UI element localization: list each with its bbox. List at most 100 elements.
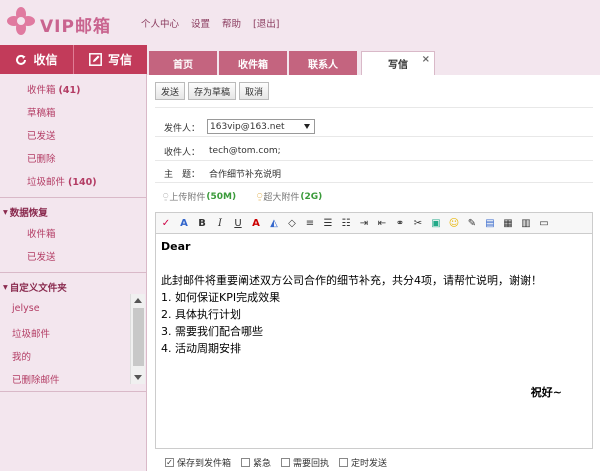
- table-icon[interactable]: ▦: [501, 216, 515, 230]
- indent-icon[interactable]: ⇥: [357, 216, 371, 230]
- bullet-list-icon[interactable]: ☷: [339, 216, 353, 230]
- greeting: Dear: [161, 240, 191, 253]
- upload-attachment-button[interactable]: ⍜ 上传附件 (50M): [163, 190, 237, 204]
- outdent-icon[interactable]: ⇤: [375, 216, 389, 230]
- align-left-icon[interactable]: ≡: [303, 216, 317, 230]
- list-item: 4. 活动周期安排: [161, 342, 241, 355]
- nav-logout[interactable]: [退出]: [253, 16, 279, 30]
- font-family-icon[interactable]: A: [177, 216, 191, 230]
- section-custom-folders[interactable]: ▾ 自定义文件夹: [3, 280, 67, 295]
- folder-spam-count: (140): [68, 177, 97, 188]
- bold-icon[interactable]: B: [195, 216, 209, 230]
- divider: [155, 160, 593, 161]
- from-select-value: 163vip@163.net: [210, 121, 285, 132]
- folder-inbox[interactable]: 收件箱 (41): [27, 82, 80, 96]
- to-field[interactable]: tech@tom.com;: [209, 146, 281, 156]
- folder-deleted[interactable]: 已删除: [27, 151, 56, 165]
- paperclip-icon: ⍜: [163, 191, 169, 202]
- numbered-list-icon[interactable]: ☰: [321, 216, 335, 230]
- folder-drafts-label: 草稿箱: [27, 108, 56, 119]
- signature-icon[interactable]: ▥: [519, 216, 533, 230]
- option-read-receipt[interactable]: 需要回执: [281, 456, 329, 469]
- divider: [0, 197, 146, 198]
- custom-folder-jelyse[interactable]: jelyse: [12, 303, 40, 314]
- checkbox-icon[interactable]: [339, 458, 349, 467]
- section-custom-folders-label: 自定义文件夹: [9, 283, 67, 294]
- folder-spam[interactable]: 垃圾邮件 (140): [27, 174, 97, 188]
- closing-text: 祝好~: [530, 386, 562, 399]
- screenshot-icon[interactable]: ▤: [483, 216, 497, 230]
- upload-attachment-size: (50M): [206, 191, 237, 202]
- font-color-icon[interactable]: A: [249, 216, 263, 230]
- chevron-down-icon: [304, 124, 310, 129]
- close-icon[interactable]: ×: [422, 54, 430, 65]
- highlight-icon[interactable]: ◭: [267, 216, 281, 230]
- section-data-recovery-label: 数据恢复: [9, 208, 48, 219]
- compose-panel: 发送 存为草稿 取消 发件人： 163vip@163.net 收件人： tech…: [147, 75, 600, 471]
- compose-mail-label: 写信: [107, 53, 132, 67]
- recovery-sent[interactable]: 已发送: [27, 249, 56, 263]
- save-draft-button[interactable]: 存为草稿: [188, 82, 237, 100]
- large-attachment-size: (2G): [300, 191, 323, 202]
- custom-folder-mine[interactable]: 我的: [12, 349, 31, 363]
- unlink-icon[interactable]: ✂: [411, 216, 425, 230]
- large-attachment-button[interactable]: ⍜ 超大附件 (2G): [257, 190, 323, 204]
- large-attachment-label: 超大附件: [263, 193, 300, 203]
- header: VIP邮箱 个人中心 设置 帮助 [退出]: [0, 0, 600, 45]
- triangle-down-icon: ▾: [3, 206, 8, 218]
- list-item: 2. 具体执行计划: [161, 308, 241, 321]
- tab-compose-label: 写信: [388, 60, 408, 71]
- card-icon[interactable]: ▭: [537, 216, 551, 230]
- custom-folder-scrollbar[interactable]: [130, 294, 145, 384]
- receive-mail-button[interactable]: 收信: [0, 45, 73, 74]
- option-read-receipt-label: 需要回执: [293, 459, 330, 469]
- scroll-down-icon[interactable]: [134, 375, 142, 380]
- subject-label: 主 题：: [164, 170, 201, 180]
- send-button[interactable]: 发送: [155, 82, 186, 100]
- refresh-icon: [16, 54, 27, 65]
- underline-icon[interactable]: U: [231, 216, 245, 230]
- italic-icon[interactable]: I: [213, 216, 227, 230]
- scroll-up-icon[interactable]: [134, 298, 142, 303]
- edit-icon: [89, 53, 102, 66]
- image-icon[interactable]: ▣: [429, 216, 443, 230]
- tab-contacts[interactable]: 联系人: [289, 51, 357, 75]
- scroll-thumb[interactable]: [133, 308, 144, 366]
- tab-compose[interactable]: 写信 ×: [361, 51, 435, 75]
- tab-bar: 首页 收件箱 联系人 写信 ×: [147, 45, 600, 75]
- nav-help[interactable]: 帮助: [222, 16, 241, 30]
- custom-folder-spam[interactable]: 垃圾邮件: [12, 326, 50, 340]
- custom-folder-deleted[interactable]: 已删除邮件: [12, 372, 60, 386]
- checkbox-icon[interactable]: [281, 458, 291, 467]
- divider: [155, 136, 593, 137]
- tab-home[interactable]: 首页: [149, 51, 217, 75]
- option-scheduled-send[interactable]: 定时发送: [339, 456, 387, 469]
- folder-sent[interactable]: 已发送: [27, 128, 56, 142]
- emoji-icon[interactable]: ☺: [447, 216, 461, 230]
- option-urgent[interactable]: 紧急: [241, 456, 271, 469]
- nav-settings[interactable]: 设置: [191, 16, 210, 30]
- spellcheck-icon[interactable]: ✓: [159, 216, 173, 230]
- from-select[interactable]: 163vip@163.net: [207, 119, 315, 134]
- cancel-button[interactable]: 取消: [239, 82, 270, 100]
- folder-inbox-count: (41): [58, 85, 81, 96]
- mail-body-editor[interactable]: Dear 此封邮件将重要阐述双方公司合作的细节补充，共分4项，请帮忙说明，谢谢！…: [155, 234, 593, 449]
- tab-inbox[interactable]: 收件箱: [219, 51, 287, 75]
- edit-html-icon[interactable]: ✎: [465, 216, 479, 230]
- checkbox-icon[interactable]: [241, 458, 251, 467]
- folder-drafts[interactable]: 草稿箱: [27, 105, 56, 119]
- option-save-to-sent[interactable]: ✓ 保存到发件箱: [165, 456, 231, 469]
- compose-mail-button[interactable]: 写信: [73, 45, 147, 74]
- list-item: 1. 如何保证KPI完成效果: [161, 291, 281, 304]
- subject-field[interactable]: 合作细节补充说明: [209, 167, 281, 180]
- section-data-recovery[interactable]: ▾ 数据恢复: [3, 205, 48, 220]
- link-icon[interactable]: ⚭: [393, 216, 407, 230]
- eraser-icon[interactable]: ◇: [285, 216, 299, 230]
- divider: [155, 182, 593, 183]
- recovery-sent-label: 已发送: [27, 252, 56, 263]
- nav-personal-center[interactable]: 个人中心: [141, 16, 179, 30]
- option-scheduled-send-label: 定时发送: [351, 459, 388, 469]
- recovery-inbox[interactable]: 收件箱: [27, 226, 56, 240]
- folder-inbox-label: 收件箱: [27, 85, 56, 96]
- checkbox-checked-icon[interactable]: ✓: [165, 458, 174, 467]
